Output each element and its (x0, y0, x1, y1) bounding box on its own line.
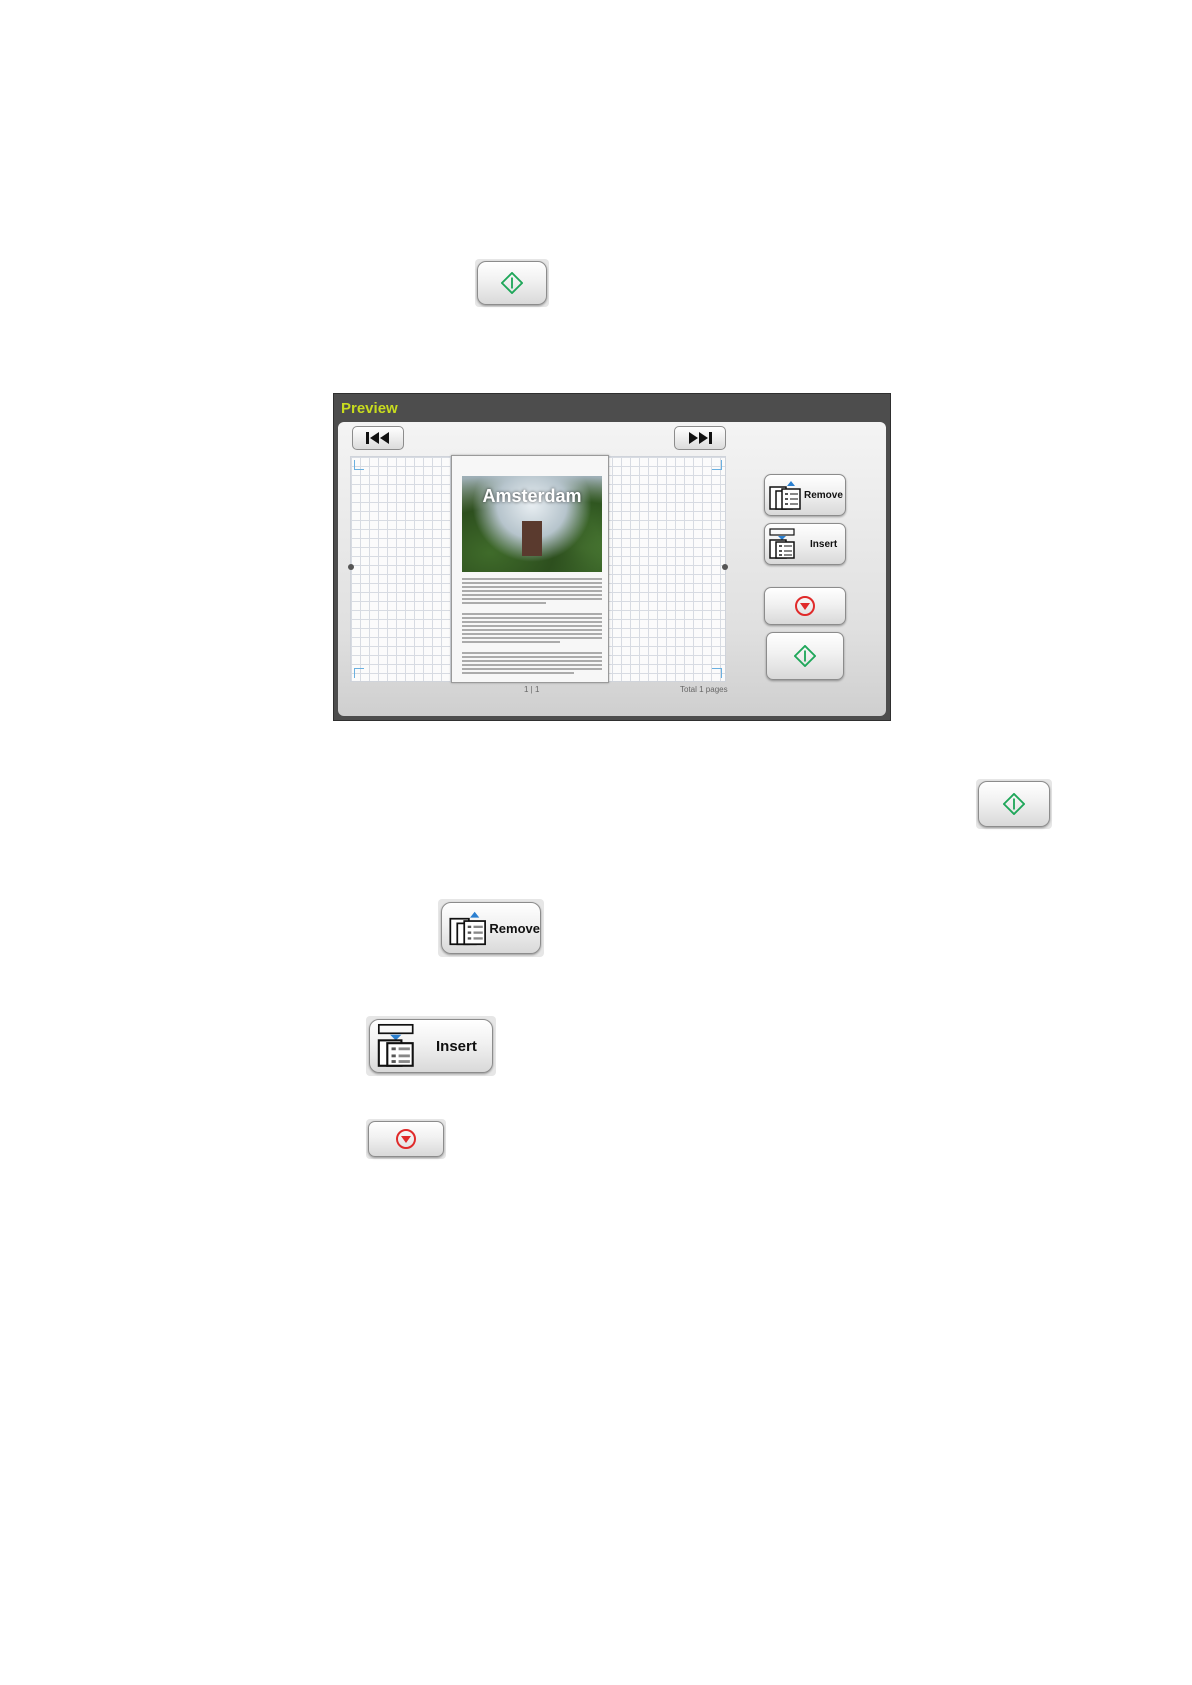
total-pages: Total 1 pages (680, 685, 728, 694)
insert-page-icon (769, 528, 795, 559)
insert-label: Insert (810, 538, 838, 550)
crop-corner-top-right[interactable] (712, 460, 722, 470)
remove-label: Remove (804, 489, 843, 501)
first-page-button[interactable] (352, 426, 404, 450)
remove-page-icon (769, 481, 801, 510)
legend-stop-button[interactable] (368, 1121, 444, 1157)
legend-insert-label: Insert (436, 1037, 477, 1055)
crop-handle-right[interactable] (722, 564, 728, 570)
crop-handle-left[interactable] (348, 564, 354, 570)
preview-window: Preview Amsterdam 1 | 1 Total 1 pages Re… (333, 393, 891, 721)
skip-first-icon (366, 432, 389, 444)
start-diamond-icon (1003, 793, 1025, 815)
document-photo: Amsterdam (462, 476, 602, 572)
document-title: Amsterdam (482, 486, 582, 506)
windmill-shape (522, 521, 542, 556)
preview-title: Preview (341, 400, 398, 417)
document-text-block-1 (462, 578, 602, 606)
preview-panel: Amsterdam 1 | 1 Total 1 pages Remove Ins… (338, 422, 886, 716)
crop-corner-top-left[interactable] (354, 460, 364, 470)
remove-button[interactable]: Remove (764, 474, 846, 516)
legend-insert-button[interactable]: Insert (369, 1019, 493, 1073)
crop-corner-bottom-left[interactable] (354, 668, 364, 678)
insert-page-icon (377, 1023, 414, 1067)
crop-corner-bottom-right[interactable] (712, 668, 722, 678)
document-text-block-3 (462, 652, 602, 676)
document-text-block-2 (462, 613, 602, 645)
start-diamond-icon (501, 272, 523, 294)
page-indicator: 1 | 1 (524, 685, 540, 694)
stop-down-triangle-icon (396, 1129, 416, 1149)
start-button-2[interactable] (978, 781, 1050, 827)
document-page: Amsterdam (451, 455, 609, 683)
skip-last-icon (689, 432, 712, 444)
start-button[interactable] (477, 261, 547, 305)
legend-remove-button[interactable]: Remove (441, 902, 541, 954)
insert-button[interactable]: Insert (764, 523, 846, 565)
last-page-button[interactable] (674, 426, 726, 450)
preview-start-button[interactable] (766, 632, 844, 680)
stop-down-triangle-icon (795, 596, 815, 616)
start-diamond-icon (794, 645, 816, 667)
legend-remove-label: Remove (489, 920, 540, 936)
remove-page-icon (449, 911, 486, 946)
stop-button[interactable] (764, 587, 846, 625)
